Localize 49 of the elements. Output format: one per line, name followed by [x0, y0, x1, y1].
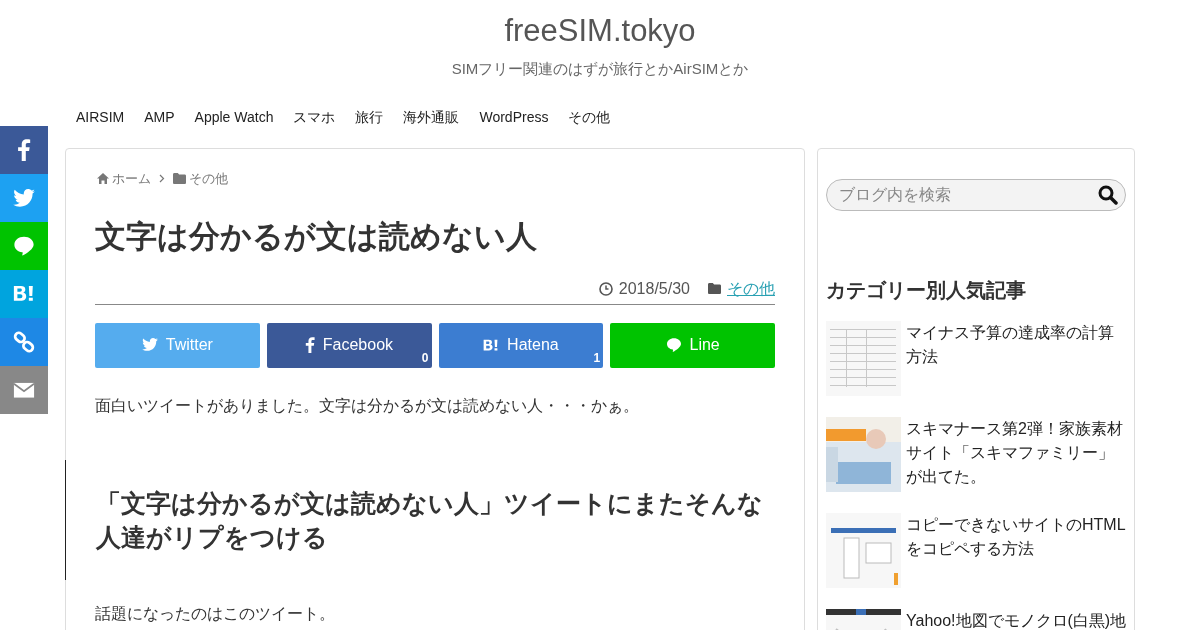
- bird-icon: [13, 189, 35, 207]
- post-link[interactable]: マイナス予算の達成率の計算方法: [906, 320, 1126, 396]
- folder-icon: [708, 283, 721, 294]
- share-count: 1: [593, 349, 601, 367]
- site-tagline: SIMフリー関連のはずが旅行とかAirSIMとか: [451, 59, 749, 79]
- mail-share-button[interactable]: [0, 366, 48, 414]
- line-share-button[interactable]: [0, 222, 48, 270]
- link-share-button[interactable]: [0, 318, 48, 366]
- facebook-icon: [17, 139, 31, 161]
- hatena-share-button[interactable]: [0, 270, 48, 318]
- bird-icon: [141, 338, 158, 352]
- speech-bubble-icon: [665, 337, 682, 353]
- home-icon: [97, 172, 109, 184]
- facebook-share-button[interactable]: [0, 126, 48, 174]
- hatena-icon: [483, 338, 500, 352]
- search-icon[interactable]: [1098, 184, 1118, 205]
- breadcrumb-link[interactable]: ホーム: [112, 168, 151, 188]
- chevron-icon: [159, 173, 165, 183]
- hatena-icon: [13, 285, 35, 303]
- speech-bubble-icon: [13, 235, 35, 257]
- nav-link[interactable]: 旅行: [355, 106, 384, 128]
- post-link[interactable]: Yahoo!地図でモノクロ(白黒)地: [906, 608, 1127, 630]
- post-link[interactable]: スキマナース第2弾！家族素材サイト「スキマファミリー」が出てた。: [906, 416, 1126, 492]
- post-date: 2018/5/30: [618, 278, 690, 299]
- search-field[interactable]: ブログ内を検索: [826, 178, 1126, 211]
- share-count: 0: [421, 349, 429, 367]
- nav-link[interactable]: Apple Watch: [194, 106, 274, 128]
- post-link[interactable]: コピーできないサイトのHTMLをコピペする方法: [906, 512, 1126, 588]
- folder-icon: [173, 172, 186, 184]
- twitter-share-button[interactable]: [0, 174, 48, 222]
- share-button[interactable]: Facebook 0: [266, 322, 432, 368]
- clock-icon: [598, 281, 613, 296]
- section-heading: 「文字は分かるが文は読めない人」ツイートにまたそんな人達がリプをつける: [65, 459, 804, 580]
- intro-paragraph: 面白いツイートがありました。文字は分かるが文は読めない人・・・かぁ。: [94, 395, 640, 416]
- nav-link[interactable]: AMP: [144, 106, 175, 128]
- share-button[interactable]: Hatena 1: [438, 322, 604, 368]
- link-icon: [13, 331, 35, 353]
- nav-link[interactable]: その他: [568, 106, 611, 128]
- breadcrumb-link[interactable]: その他: [189, 168, 228, 188]
- widget-title: カテゴリー別人気記事: [826, 277, 1027, 303]
- nav-link[interactable]: AIRSIM: [76, 106, 125, 128]
- nav-link[interactable]: WordPress: [479, 106, 549, 128]
- nav-link[interactable]: 海外通販: [403, 106, 460, 128]
- site-title[interactable]: freeSIM.tokyo: [504, 12, 696, 50]
- facebook-icon: [305, 337, 315, 353]
- article-title: 文字は分かるが文は読めない人: [94, 218, 538, 256]
- paragraph: 話題になったのはこのツイート。: [94, 603, 336, 624]
- nav-link[interactable]: スマホ: [293, 106, 336, 128]
- mail-icon: [13, 381, 35, 399]
